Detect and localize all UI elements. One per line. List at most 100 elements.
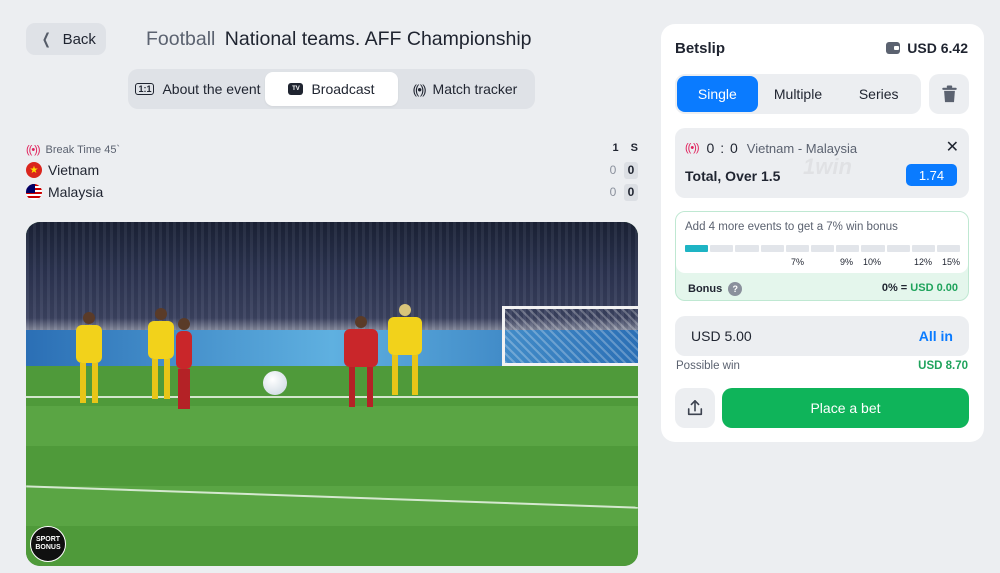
goal-net — [502, 306, 638, 366]
info-1x1-icon: 1:1 — [135, 83, 155, 95]
stake-field: All in — [675, 316, 969, 356]
progress-segment — [685, 245, 709, 252]
back-button[interactable]: ❮ Back — [26, 23, 106, 55]
event-tabs: 1:1 About the event TV Broadcast ((•)) M… — [128, 69, 535, 109]
tab-label: Broadcast — [311, 81, 375, 97]
team-name: Malaysia — [48, 184, 104, 200]
pitch-line — [26, 485, 638, 509]
live-signal-icon: ((•)) — [685, 142, 699, 154]
tab-about-event[interactable]: 1:1 About the event — [131, 72, 265, 106]
sport-bonus-watermark: SPORT BONUS — [30, 526, 66, 562]
clear-betslip-button[interactable] — [929, 74, 969, 114]
win-bonus-card: Add 4 more events to get a 7% win bonus … — [675, 211, 969, 301]
progress-segment — [785, 245, 809, 252]
tab-match-tracker[interactable]: ((•)) Match tracker — [398, 72, 532, 106]
player-vietnam — [176, 318, 192, 409]
period-header: 1 — [612, 142, 619, 154]
mode-series[interactable]: Series — [838, 76, 919, 112]
scoreboard: ((•)) Break Time 45` 1 S ★ Vietnam 0 0 M… — [26, 142, 638, 202]
bonus-amount: USD 0.00 — [910, 282, 958, 294]
tv-icon: TV — [288, 83, 304, 95]
radio-signal-icon: ((•)) — [412, 81, 427, 97]
progress-segment — [836, 245, 860, 252]
progress-segment — [735, 245, 759, 252]
progress-segment — [810, 245, 835, 252]
chevron-left-icon: ❮ — [41, 31, 51, 48]
bonus-value: 0% = USD 0.00 — [882, 282, 958, 294]
tab-label: About the event — [162, 81, 261, 97]
bet-event-name: Vietnam - Malaysia — [746, 140, 858, 156]
watermark-line: SPORT — [35, 536, 61, 543]
team-row-away: Malaysia 0 0 — [26, 182, 638, 202]
place-bet-button[interactable]: Place a bet — [722, 388, 969, 428]
progress-segment — [861, 245, 885, 252]
bonus-progress-bar — [685, 245, 961, 252]
bet-card: 1win ((•)) 0 : 0 Vietnam - Malaysia ✕ To… — [675, 128, 969, 198]
trash-icon — [941, 85, 957, 103]
balance: USD 6.42 — [886, 40, 968, 56]
bonus-percent: 0% = — [881, 282, 908, 294]
bet-live-score: 0 : 0 — [706, 140, 739, 156]
bonus-hint: Add 4 more events to get a 7% win bonus — [685, 221, 898, 233]
share-icon — [687, 399, 703, 416]
period-score: 0 — [609, 163, 617, 177]
bet-type-switch: Single Multiple Series — [675, 74, 921, 114]
watermark-line: BONUS — [35, 544, 61, 551]
player-malaysia — [388, 304, 422, 395]
score-header: 1 S — [613, 142, 638, 154]
tab-label: Match tracker — [432, 81, 518, 97]
page-title: Football National teams. AFF Championshi… — [146, 28, 532, 51]
total-score: 0 — [624, 161, 638, 179]
bonus-tick: 7% — [791, 257, 805, 267]
possible-win-value: USD 8.70 — [918, 360, 968, 372]
bet-odds[interactable]: 1.74 — [906, 164, 957, 186]
league-name: National teams. AFF Championship — [224, 28, 532, 50]
tab-broadcast[interactable]: TV Broadcast — [265, 72, 398, 106]
football-pitch — [26, 366, 638, 566]
share-button[interactable] — [675, 388, 715, 428]
remove-bet-close-icon[interactable]: ✕ — [946, 137, 959, 157]
vietnam-flag-icon: ★ — [26, 162, 42, 178]
football-ball — [263, 371, 287, 395]
broadcast-video[interactable]: SPORT BONUS — [26, 222, 638, 566]
progress-segment — [886, 245, 910, 252]
mode-multiple[interactable]: Multiple — [758, 76, 839, 112]
sport-name: Football — [146, 28, 216, 50]
status-text: Break Time 45` — [45, 144, 121, 156]
team-row-home: ★ Vietnam 0 0 — [26, 160, 638, 180]
bonus-label: Bonus ? — [688, 282, 743, 296]
wallet-icon — [886, 42, 901, 54]
help-icon[interactable]: ? — [728, 282, 743, 296]
bonus-ticks: 7% 9% 10% 12% 15% — [685, 257, 960, 269]
bonus-tick: 15% — [942, 257, 961, 267]
brand-watermark: 1win — [803, 154, 852, 179]
total-score: 0 — [624, 183, 638, 201]
betslip-title: Betslip — [675, 40, 726, 57]
team-name: Vietnam — [48, 162, 100, 178]
possible-win-label: Possible win — [676, 360, 740, 372]
bet-market: Total, Over 1.5 — [685, 168, 781, 184]
mode-single[interactable]: Single — [677, 76, 758, 112]
player-malaysia — [76, 312, 102, 403]
bonus-tick: 12% — [914, 257, 933, 267]
score-header-total: S — [630, 142, 638, 154]
all-in-button[interactable]: All in — [919, 328, 953, 344]
bonus-label-text: Bonus — [688, 283, 723, 295]
back-label: Back — [62, 30, 96, 48]
progress-segment — [911, 245, 935, 252]
match-status: ((•)) Break Time 45` — [26, 142, 638, 158]
bonus-tick: 9% — [840, 257, 854, 267]
progress-segment — [710, 245, 734, 252]
bonus-tick: 10% — [863, 257, 882, 267]
balance-value: USD 6.42 — [907, 40, 968, 56]
player-vietnam — [344, 316, 378, 407]
live-signal-icon: ((•)) — [26, 144, 40, 156]
player-malaysia — [148, 308, 174, 399]
progress-segment — [760, 245, 784, 252]
pitch-line — [26, 396, 638, 398]
period-score: 0 — [609, 185, 617, 199]
malaysia-flag-icon — [26, 184, 42, 200]
progress-segment — [936, 245, 961, 252]
betslip-panel: Betslip USD 6.42 Single Multiple Series … — [661, 24, 984, 442]
stake-input[interactable] — [691, 328, 811, 344]
